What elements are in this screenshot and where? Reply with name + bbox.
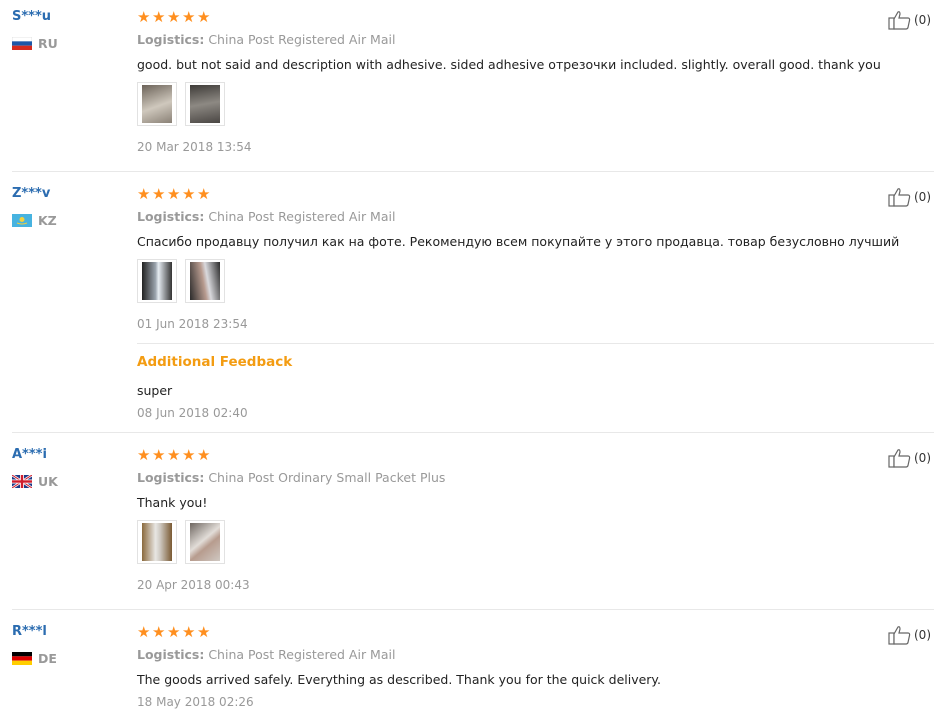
logistics-method: China Post Registered Air Mail [208,209,396,224]
review-text: good. but not said and description with … [137,57,881,72]
thumbs-up-icon [888,449,911,468]
helpful-button[interactable]: (0) [888,10,931,30]
review-date: 18 May 2018 02:26 [137,695,254,709]
star-icon: ★ [182,185,196,203]
additional-feedback-divider [137,343,934,344]
star-rating: ★ ★ ★ ★ ★ [137,623,211,641]
review-date: 20 Apr 2018 00:43 [137,578,250,592]
review-text: The goods arrived safely. Everything as … [137,672,662,687]
logistics-info: Logistics: China Post Registered Air Mai… [137,209,395,224]
reviewer-name[interactable]: S***u [12,9,51,24]
review-photo-thumbnail[interactable] [137,520,177,564]
star-icon: ★ [152,8,166,26]
reviewer-country: KZ [12,213,57,228]
star-icon: ★ [152,623,166,641]
country-code: UK [38,474,58,489]
review-divider [12,609,934,610]
star-icon: ★ [197,8,211,26]
flag-ru-icon [12,37,32,50]
review-photo-thumbnail[interactable] [137,82,177,126]
thumbs-up-icon [888,188,911,207]
reviewer-name[interactable]: A***i [12,447,47,462]
review-divider [12,432,934,433]
review-photos [137,82,225,126]
review-photo-thumbnail[interactable] [137,259,177,303]
helpful-count: (0) [914,13,931,27]
logistics-label: Logistics: [137,32,205,47]
logistics-method: China Post Ordinary Small Packet Plus [208,470,446,485]
logistics-label: Logistics: [137,209,205,224]
star-icon: ★ [182,8,196,26]
review-text: Спасибо продавцу получил как на фоте. Ре… [137,234,900,249]
helpful-count: (0) [914,628,931,642]
reviewer-name[interactable]: R***l [12,624,47,639]
star-rating: ★ ★ ★ ★ ★ [137,8,211,26]
star-icon: ★ [167,185,181,203]
review-photo-thumbnail[interactable] [185,82,225,126]
review-date: 01 Jun 2018 23:54 [137,317,248,331]
star-rating: ★ ★ ★ ★ ★ [137,446,211,464]
reviewer-country: DE [12,651,57,666]
star-icon: ★ [137,8,151,26]
review-photo-thumbnail[interactable] [185,520,225,564]
star-icon: ★ [152,185,166,203]
additional-feedback-date: 08 Jun 2018 02:40 [137,406,248,420]
logistics-method: China Post Registered Air Mail [208,647,396,662]
flag-de-icon [12,652,32,665]
star-icon: ★ [167,8,181,26]
review-divider [12,171,934,172]
thumbs-up-icon [888,626,911,645]
review-photo-thumbnail[interactable] [185,259,225,303]
helpful-button[interactable]: (0) [888,187,931,207]
flag-kz-icon [12,214,32,227]
helpful-count: (0) [914,451,931,465]
helpful-button[interactable]: (0) [888,448,931,468]
additional-feedback-text: super [137,383,173,398]
star-icon: ★ [137,623,151,641]
country-code: DE [38,651,57,666]
country-code: RU [38,36,58,51]
country-code: KZ [38,213,57,228]
logistics-info: Logistics: China Post Registered Air Mai… [137,647,395,662]
logistics-info: Logistics: China Post Ordinary Small Pac… [137,470,445,485]
star-rating: ★ ★ ★ ★ ★ [137,185,211,203]
helpful-button[interactable]: (0) [888,625,931,645]
logistics-method: China Post Registered Air Mail [208,32,396,47]
star-icon: ★ [197,446,211,464]
logistics-label: Logistics: [137,647,205,662]
logistics-label: Logistics: [137,470,205,485]
review-photos [137,520,225,564]
thumbs-up-icon [888,11,911,30]
review-date: 20 Mar 2018 13:54 [137,140,252,154]
star-icon: ★ [182,446,196,464]
star-icon: ★ [137,446,151,464]
star-icon: ★ [167,623,181,641]
star-icon: ★ [197,623,211,641]
helpful-count: (0) [914,190,931,204]
star-icon: ★ [197,185,211,203]
flag-uk-icon [12,475,32,488]
logistics-info: Logistics: China Post Registered Air Mai… [137,32,395,47]
additional-feedback-title: Additional Feedback [137,354,293,370]
reviewer-country: RU [12,36,58,51]
reviewer-country: UK [12,474,58,489]
review-text: Thank you! [137,495,208,510]
reviewer-name[interactable]: Z***v [12,186,50,201]
review-photos [137,259,225,303]
star-icon: ★ [152,446,166,464]
star-icon: ★ [182,623,196,641]
star-icon: ★ [137,185,151,203]
star-icon: ★ [167,446,181,464]
